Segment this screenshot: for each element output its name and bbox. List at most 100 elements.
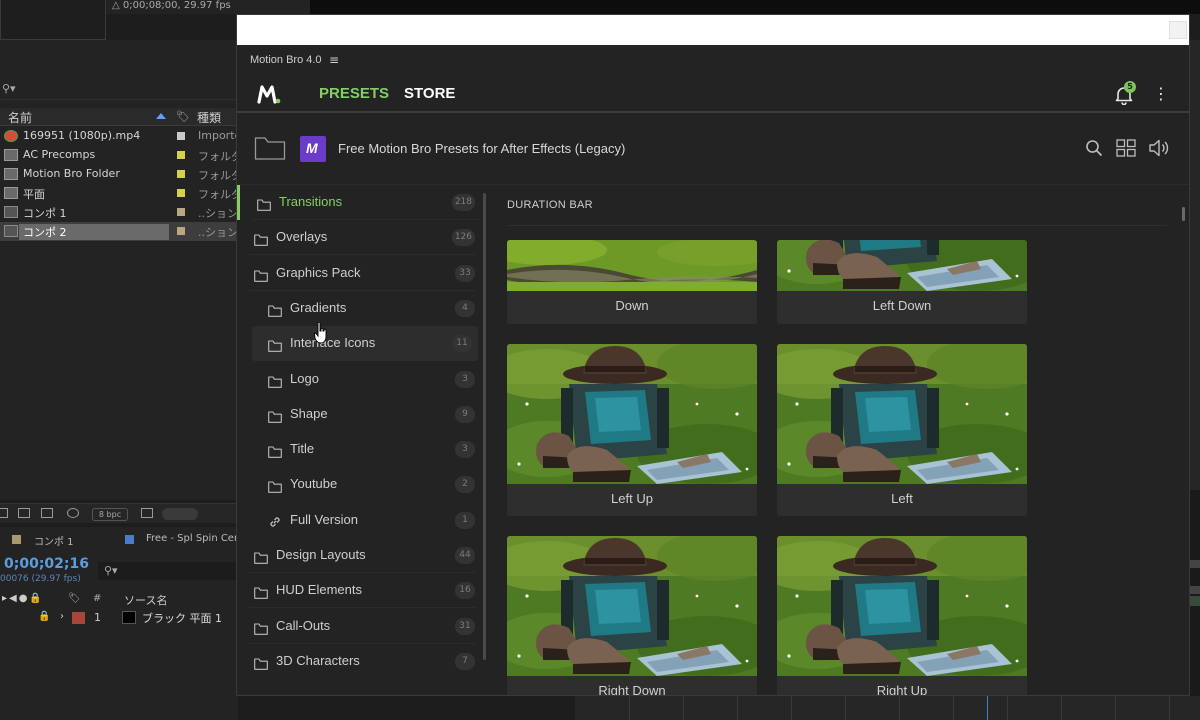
category-label: Logo — [290, 371, 319, 386]
project-item[interactable]: Motion Bro Folder フォルダ — [0, 165, 242, 184]
category-hud-elements[interactable]: HUD Elements 16 — [237, 573, 481, 608]
lock-icon[interactable]: 🔒 — [38, 611, 50, 622]
ae-project-search[interactable]: ⚲▾ — [0, 80, 238, 100]
folder-icon — [268, 478, 282, 493]
project-item[interactable]: AC Precomps フォルダ — [0, 146, 242, 165]
bit-depth-button[interactable]: 8 bpc — [92, 508, 128, 521]
chevron-right-icon[interactable]: › — [60, 611, 64, 622]
project-item[interactable]: コンポ 2 ..ション — [0, 222, 238, 241]
category-youtube[interactable]: Youtube 2 — [237, 467, 481, 502]
label-swatch[interactable] — [177, 227, 185, 235]
section-title: DURATION BAR — [507, 199, 593, 211]
category-full-version[interactable]: Full Version 1 — [237, 503, 481, 538]
category-title[interactable]: Title 3 — [237, 432, 481, 467]
sound-icon[interactable] — [1148, 138, 1170, 158]
label-tag-icon: 🏷 — [176, 110, 190, 123]
preset-thumbnail[interactable] — [507, 536, 757, 676]
project-item[interactable]: コンポ 1 ..ション — [0, 203, 238, 222]
column-type-header[interactable]: 種類 — [197, 109, 221, 126]
ae-footage-info: △ 0;00;08;00, 29.97 fps — [112, 0, 231, 11]
layer-row[interactable]: 🔒 › 1 ブラック 平面 1 — [0, 609, 238, 627]
category-interface-icons[interactable]: Interface Icons 11 — [252, 326, 478, 361]
hamburger-menu-icon[interactable]: ≡ — [329, 53, 339, 67]
search-icon[interactable] — [1085, 139, 1103, 157]
tab-free-spin[interactable]: Free - Spl Spin Cent — [146, 533, 244, 544]
preset-card-down[interactable]: Down — [507, 240, 757, 324]
column-name-header[interactable]: 名前 — [8, 109, 32, 126]
preset-card-left[interactable]: Left — [777, 344, 1027, 516]
category-design-layouts[interactable]: Design Layouts 44 — [237, 538, 481, 573]
scroll-thumb[interactable] — [162, 508, 198, 520]
search-icon: ⚲▾ — [104, 564, 118, 577]
tab-comp-1[interactable]: コンポ 1 — [34, 533, 74, 548]
label-swatch[interactable] — [177, 151, 185, 159]
ae-viewer-area — [310, 0, 1200, 14]
project-item-name: コンポ 1 — [23, 207, 67, 220]
tab-presets[interactable]: PRESETS — [319, 85, 389, 102]
layer-name[interactable]: ブラック 平面 1 — [142, 610, 222, 626]
folder-icon[interactable] — [254, 135, 286, 161]
folder-icon — [4, 149, 18, 161]
label-swatch[interactable] — [177, 208, 185, 216]
category-gradients[interactable]: Gradients 4 — [237, 291, 481, 326]
sort-asc-icon[interactable] — [156, 113, 166, 119]
label-swatch[interactable] — [177, 132, 185, 140]
close-button[interactable] — [1169, 21, 1187, 39]
category-sidebar: Transitions 218 Overlays 126 Graphics Pack 33… — [237, 185, 487, 695]
panel-control[interactable] — [1190, 586, 1200, 594]
category-logo[interactable]: Logo 3 — [237, 362, 481, 397]
tab-store[interactable]: STORE — [404, 85, 455, 102]
preset-card-left-down[interactable]: Left Down — [777, 240, 1027, 324]
window-title-bar[interactable] — [237, 15, 1189, 45]
timeline-ruler[interactable] — [575, 696, 1200, 720]
category-count-badge: 11 — [452, 335, 472, 352]
preset-label: Right Up — [876, 683, 928, 695]
preset-thumbnail[interactable] — [507, 344, 757, 484]
new-comp-icon[interactable] — [41, 508, 53, 518]
preset-thumbnail[interactable] — [777, 536, 1027, 676]
av-switches-icons: ▸◀●🔒 — [2, 593, 44, 604]
layer-header: ▸◀●🔒 🏷 # ソース名 — [0, 592, 238, 607]
project-item[interactable]: 169951 (1080p).mp4 Importe — [0, 127, 241, 146]
preset-card-right-up[interactable]: Right Up — [777, 536, 1027, 695]
folder-icon — [254, 267, 268, 282]
playhead[interactable] — [987, 696, 988, 720]
presets-content: DURATION BAR Down Left Down Left Up Left Rig… — [489, 185, 1181, 695]
grid-view-icon[interactable] — [1116, 139, 1136, 157]
trash-icon[interactable] — [141, 508, 153, 518]
pack-thumbnail[interactable]: M — [300, 136, 326, 162]
category-count-badge: 3 — [455, 441, 475, 458]
content-scrollbar[interactable] — [1182, 207, 1185, 221]
screen: △ 0;00;08;00, 29.97 fps ⚲▾ 名前 🏷 種類 16995… — [0, 0, 1200, 720]
label-swatch[interactable] — [177, 189, 185, 197]
ae-project-header: 名前 🏷 種類 — [0, 108, 238, 126]
more-menu-icon[interactable]: ⋮ — [1153, 84, 1169, 104]
settings-icon[interactable] — [67, 508, 79, 518]
preset-card-right-down[interactable]: Right Down — [507, 536, 757, 695]
preset-thumbnail[interactable] — [777, 344, 1027, 484]
category-shape[interactable]: Shape 9 — [237, 397, 481, 432]
label-swatch[interactable] — [177, 170, 185, 178]
new-folder-icon[interactable] — [18, 508, 30, 518]
timecode[interactable]: 0;00;02;16 — [4, 556, 89, 572]
category-3d-characters[interactable]: 3D Characters 7 — [237, 644, 481, 679]
category-graphics-pack[interactable]: Graphics Pack 33 — [237, 256, 481, 291]
category-label: Interface Icons — [290, 335, 376, 350]
preset-thumbnail[interactable] — [507, 240, 757, 291]
category-transitions[interactable]: Transitions 218 — [237, 185, 481, 220]
panel-control[interactable] — [1190, 596, 1200, 606]
timeline-search[interactable]: ⚲▾ — [98, 562, 238, 580]
notifications-button[interactable]: 5 — [1115, 81, 1136, 106]
category-call-outs[interactable]: Call-Outs 31 — [237, 609, 481, 644]
panel-control[interactable] — [1190, 560, 1200, 568]
category-overlays[interactable]: Overlays 126 — [237, 220, 481, 255]
preset-card-left-up[interactable]: Left Up — [507, 344, 757, 516]
preset-thumbnail[interactable] — [777, 240, 1027, 291]
project-item[interactable]: 平面 フォルダ — [0, 184, 242, 203]
sidebar-scrollbar[interactable] — [483, 193, 486, 660]
pack-header: M Free Motion Bro Presets for After Effe… — [237, 115, 1189, 185]
layer-label-swatch[interactable] — [72, 612, 85, 624]
ae-preview-thumbnail — [0, 0, 106, 40]
interpret-footage-icon[interactable] — [0, 508, 8, 518]
category-count-badge: 31 — [455, 618, 475, 635]
